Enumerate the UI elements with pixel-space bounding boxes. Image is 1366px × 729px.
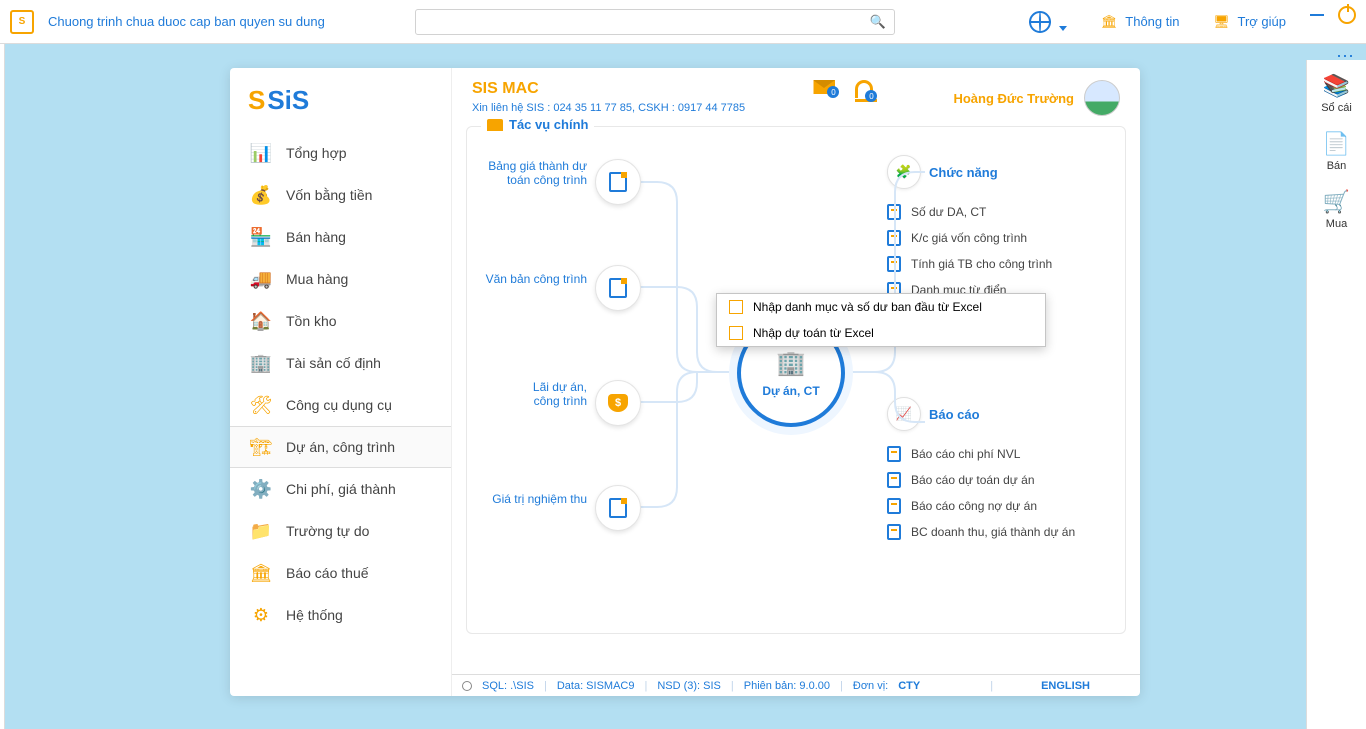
contact-line: Xin liên hệ SIS : 024 35 11 77 85, CSKH … xyxy=(472,102,745,114)
status-data: Data: SISMAC9 xyxy=(557,680,635,692)
info-button[interactable]: 🏛 Thông tin xyxy=(1099,12,1179,32)
language-globe-button[interactable] xyxy=(1029,11,1067,33)
cost-icon: ⚙️ xyxy=(250,478,272,500)
sidebar-item-truong-tu-do[interactable]: 📁Trường tự do xyxy=(230,510,451,552)
right-dock: 📚 Sổ cái 📄 Bán 🛒 Mua xyxy=(1306,60,1366,729)
user-block[interactable]: Hoàng Đức Trường xyxy=(953,80,1120,116)
summary-icon: 📊 xyxy=(250,142,272,164)
globe-icon xyxy=(1029,11,1051,33)
mail-badge: 0 xyxy=(827,86,839,98)
lang-toggle[interactable]: ENGLISH xyxy=(1041,680,1090,692)
node-van-ban-cong-trinh[interactable] xyxy=(595,265,641,311)
sidebar-item-tong-hop[interactable]: 📊Tổng hợp xyxy=(230,132,451,174)
asset-icon: 🏢 xyxy=(250,352,272,374)
node-bang-gia-thanh[interactable] xyxy=(595,159,641,205)
import-icon xyxy=(729,326,743,340)
sales-icon: 🏪 xyxy=(250,226,272,248)
purchase-icon: 🚚 xyxy=(250,268,272,290)
dock-item-so-cai[interactable]: 📚 Sổ cái xyxy=(1309,70,1365,114)
status-nsd: NSD (3): SIS xyxy=(657,680,721,692)
main-card: S SiS 📊Tổng hợp 💰Vốn bằng tiền 🏪Bán hàng… xyxy=(230,68,1140,696)
workspace: S SiS 📊Tổng hợp 💰Vốn bằng tiền 🏪Bán hàng… xyxy=(5,44,1306,729)
system-icon: ⚙ xyxy=(250,604,272,626)
topbar: S Chuong trinh chua duoc cap ban quyen s… xyxy=(0,0,1366,44)
task-block: Tác vụ chính 🏢 Dự án, CT xyxy=(466,126,1126,634)
tools-icon: 🛠 xyxy=(250,394,272,416)
buy-icon: 🛒 xyxy=(1309,186,1365,218)
cash-icon: 💰 xyxy=(250,184,272,206)
node-label-1: Bảng giá thành dựtoán công trình xyxy=(467,159,587,187)
node-label-4: Giá trị nghiệm thu xyxy=(467,492,587,506)
building-icon: 🏢 xyxy=(776,349,806,378)
sell-icon: 📄 xyxy=(1309,128,1365,160)
help-icon: 🖥 xyxy=(1211,12,1231,32)
sidebar-item-chi-phi-gia-thanh[interactable]: ⚙️Chi phí, giá thành xyxy=(230,468,451,510)
dock-item-ban[interactable]: 📄 Bán xyxy=(1309,128,1365,172)
doc-icon xyxy=(609,278,627,298)
status-donvi-label: Đơn vị: xyxy=(853,680,888,692)
help-button[interactable]: 🖥 Trợ giúp xyxy=(1211,12,1286,32)
ledger-icon: 📚 xyxy=(1309,70,1365,102)
mail-notification[interactable]: 0 xyxy=(813,80,835,94)
sidebar-item-bao-cao-thue[interactable]: 🏛Báo cáo thuế xyxy=(230,552,451,594)
inventory-icon: 🏠 xyxy=(250,310,272,332)
minimize-button[interactable] xyxy=(1310,14,1324,16)
bell-notification[interactable]: 0 xyxy=(855,80,873,98)
context-menu: Nhập danh mục và số dư ban đầu từ Excel … xyxy=(716,293,1046,347)
dock-item-mua[interactable]: 🛒 Mua xyxy=(1309,186,1365,230)
moneybag-icon: $ xyxy=(608,394,628,412)
search-icon: 🔍 xyxy=(870,14,886,30)
sidebar-item-du-an-cong-trinh[interactable]: 🏗Dự án, công trình xyxy=(230,426,451,468)
status-led-icon xyxy=(462,681,472,691)
sidebar-item-tai-san-co-dinh[interactable]: 🏢Tài sản cố định xyxy=(230,342,451,384)
sidebar-item-cong-cu-dung-cu[interactable]: 🛠Công cụ dụng cụ xyxy=(230,384,451,426)
import-icon xyxy=(729,300,743,314)
global-search-input[interactable]: 🔍 xyxy=(415,9,895,35)
menu-nhap-danh-muc-excel[interactable]: Nhập danh mục và số dư ban đầu từ Excel xyxy=(717,294,1045,320)
license-text: Chuong trinh chua duoc cap ban quyen su … xyxy=(48,14,325,29)
tax-icon: 🏛 xyxy=(250,562,272,584)
sidebar-item-von-bang-tien[interactable]: 💰Vốn bằng tiền xyxy=(230,174,451,216)
node-label-3: Lãi dự án,công trình xyxy=(467,380,587,408)
sidebar-item-ban-hang[interactable]: 🏪Bán hàng xyxy=(230,216,451,258)
doc-icon xyxy=(609,172,627,192)
sidebar-item-he-thong[interactable]: ⚙Hệ thống xyxy=(230,594,451,636)
content: SIS MAC Xin liên hệ SIS : 024 35 11 77 8… xyxy=(452,68,1140,674)
user-name: Hoàng Đức Trường xyxy=(953,91,1074,106)
info-icon: 🏛 xyxy=(1099,12,1119,32)
doc-icon xyxy=(609,498,627,518)
project-icon: 🏗 xyxy=(250,436,272,458)
left-taskbar xyxy=(0,0,5,729)
status-version: Phiên bản: 9.0.00 xyxy=(744,680,830,692)
chevron-down-icon xyxy=(1059,26,1067,31)
avatar xyxy=(1084,80,1120,116)
sidebar-item-mua-hang[interactable]: 🚚Mua hàng xyxy=(230,258,451,300)
info-label: Thông tin xyxy=(1125,14,1179,29)
brand-logo: S SiS xyxy=(230,68,451,132)
more-menu-button[interactable]: ⋯ xyxy=(1336,46,1356,67)
menu-nhap-du-toan-excel[interactable]: Nhập dự toán từ Excel xyxy=(717,320,1045,346)
app-title: SIS MAC xyxy=(472,80,745,98)
freefield-icon: 📁 xyxy=(250,520,272,542)
status-donvi-value[interactable]: CTY xyxy=(898,680,920,692)
sidebar-item-ton-kho[interactable]: 🏠Tồn kho xyxy=(230,300,451,342)
node-label-2: Văn bản công trình xyxy=(467,272,587,286)
node-lai-du-an[interactable]: $ xyxy=(595,380,641,426)
node-gia-tri-nghiem-thu[interactable] xyxy=(595,485,641,531)
sidebar: S SiS 📊Tổng hợp 💰Vốn bằng tiền 🏪Bán hàng… xyxy=(230,68,452,696)
help-label: Trợ giúp xyxy=(1237,14,1286,29)
power-button[interactable] xyxy=(1338,6,1356,24)
status-sql: SQL: .\SIS xyxy=(482,680,534,692)
app-logo-icon: S xyxy=(10,10,34,34)
status-bar: SQL: .\SIS| Data: SISMAC9| NSD (3): SIS|… xyxy=(452,674,1140,696)
